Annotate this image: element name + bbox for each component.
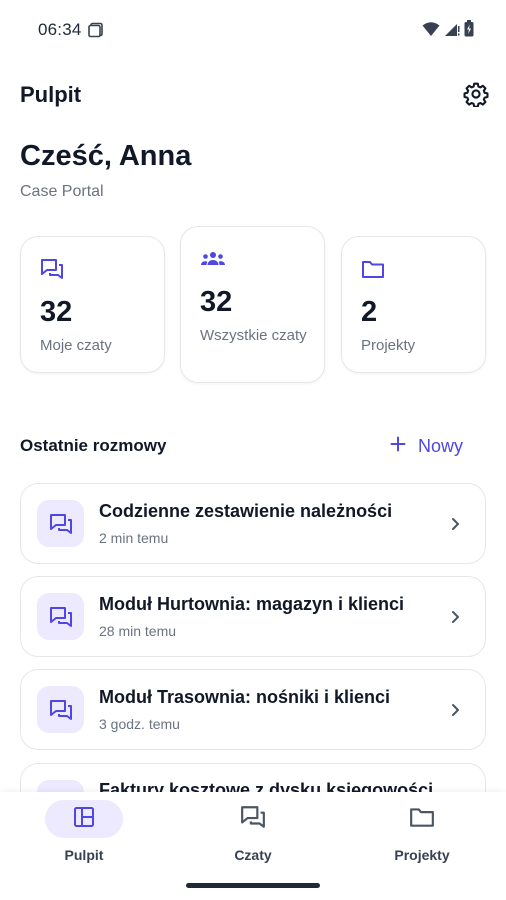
chevron-right-icon <box>449 606 463 628</box>
page-title: Pulpit <box>20 82 82 107</box>
chevron-right-icon <box>449 513 463 535</box>
list-item[interactable]: Moduł Trasownia: nośniki i klienci 3 god… <box>20 669 486 750</box>
list-item[interactable]: Codzienne zestawienie należności 2 min t… <box>20 483 486 564</box>
settings-button[interactable] <box>461 81 491 111</box>
conversation-title: Moduł Hurtownia: magazyn i klienci <box>99 594 405 614</box>
new-chat-label: Nowy <box>418 435 464 456</box>
stat-card-projects[interactable]: 2 Projekty <box>341 236 486 373</box>
chat-icon <box>37 500 84 547</box>
folder-icon <box>409 804 435 835</box>
stat-label: Moje czaty <box>40 337 112 354</box>
wifi-icon <box>422 21 440 42</box>
chat-icon <box>40 257 64 281</box>
screenshot-icon <box>88 22 104 38</box>
chat-icon <box>37 686 84 733</box>
gear-icon <box>463 81 489 112</box>
conversation-time: 28 min temu <box>99 623 177 639</box>
status-bar: 06:34 <box>0 0 506 60</box>
signal-icon <box>444 21 460 42</box>
chevron-right-icon <box>449 699 463 721</box>
new-chat-button[interactable]: Nowy <box>390 432 463 460</box>
conversation-time: 3 godz. temu <box>99 716 180 732</box>
home-indicator[interactable] <box>186 883 320 888</box>
dashboard-icon <box>72 805 96 834</box>
nav-label: Pulpit <box>64 847 104 863</box>
status-time: 06:34 <box>38 20 82 39</box>
nav-icon-wrap <box>214 800 292 838</box>
chat-icon <box>37 593 84 640</box>
nav-active-indicator <box>45 800 123 838</box>
chat-icon <box>240 804 266 835</box>
folder-icon <box>361 257 385 281</box>
nav-label: Czaty <box>234 847 272 863</box>
stat-value: 2 <box>361 296 378 328</box>
nav-item-chats[interactable]: Czaty <box>169 792 337 872</box>
stat-card-my-chats[interactable]: 32 Moje czaty <box>20 236 165 373</box>
battery-icon <box>464 20 474 42</box>
nav-item-dashboard[interactable]: Pulpit <box>0 792 168 872</box>
conversation-title: Moduł Trasownia: nośniki i klienci <box>99 687 391 707</box>
users-icon <box>200 247 225 271</box>
nav-label: Projekty <box>394 847 450 863</box>
conversation-time: 2 min temu <box>99 530 169 546</box>
stat-label: Wszystkie czaty <box>200 327 307 344</box>
stat-value: 32 <box>40 296 73 328</box>
conversation-title: Codzienne zestawienie należności <box>99 501 393 521</box>
stat-label: Projekty <box>361 337 416 354</box>
stat-card-all-chats[interactable]: 32 Wszystkie czaty <box>180 226 325 383</box>
stat-value: 32 <box>200 286 233 318</box>
portal-subtitle: Case Portal <box>20 183 104 200</box>
nav-item-projects[interactable]: Projekty <box>338 792 506 872</box>
section-title-recent: Ostatnie rozmowy <box>20 436 167 455</box>
plus-icon <box>390 436 406 457</box>
list-item[interactable]: Moduł Hurtownia: magazyn i klienci 28 mi… <box>20 576 486 657</box>
greeting: Cześć, Anna <box>20 140 192 172</box>
nav-icon-wrap <box>383 800 461 838</box>
